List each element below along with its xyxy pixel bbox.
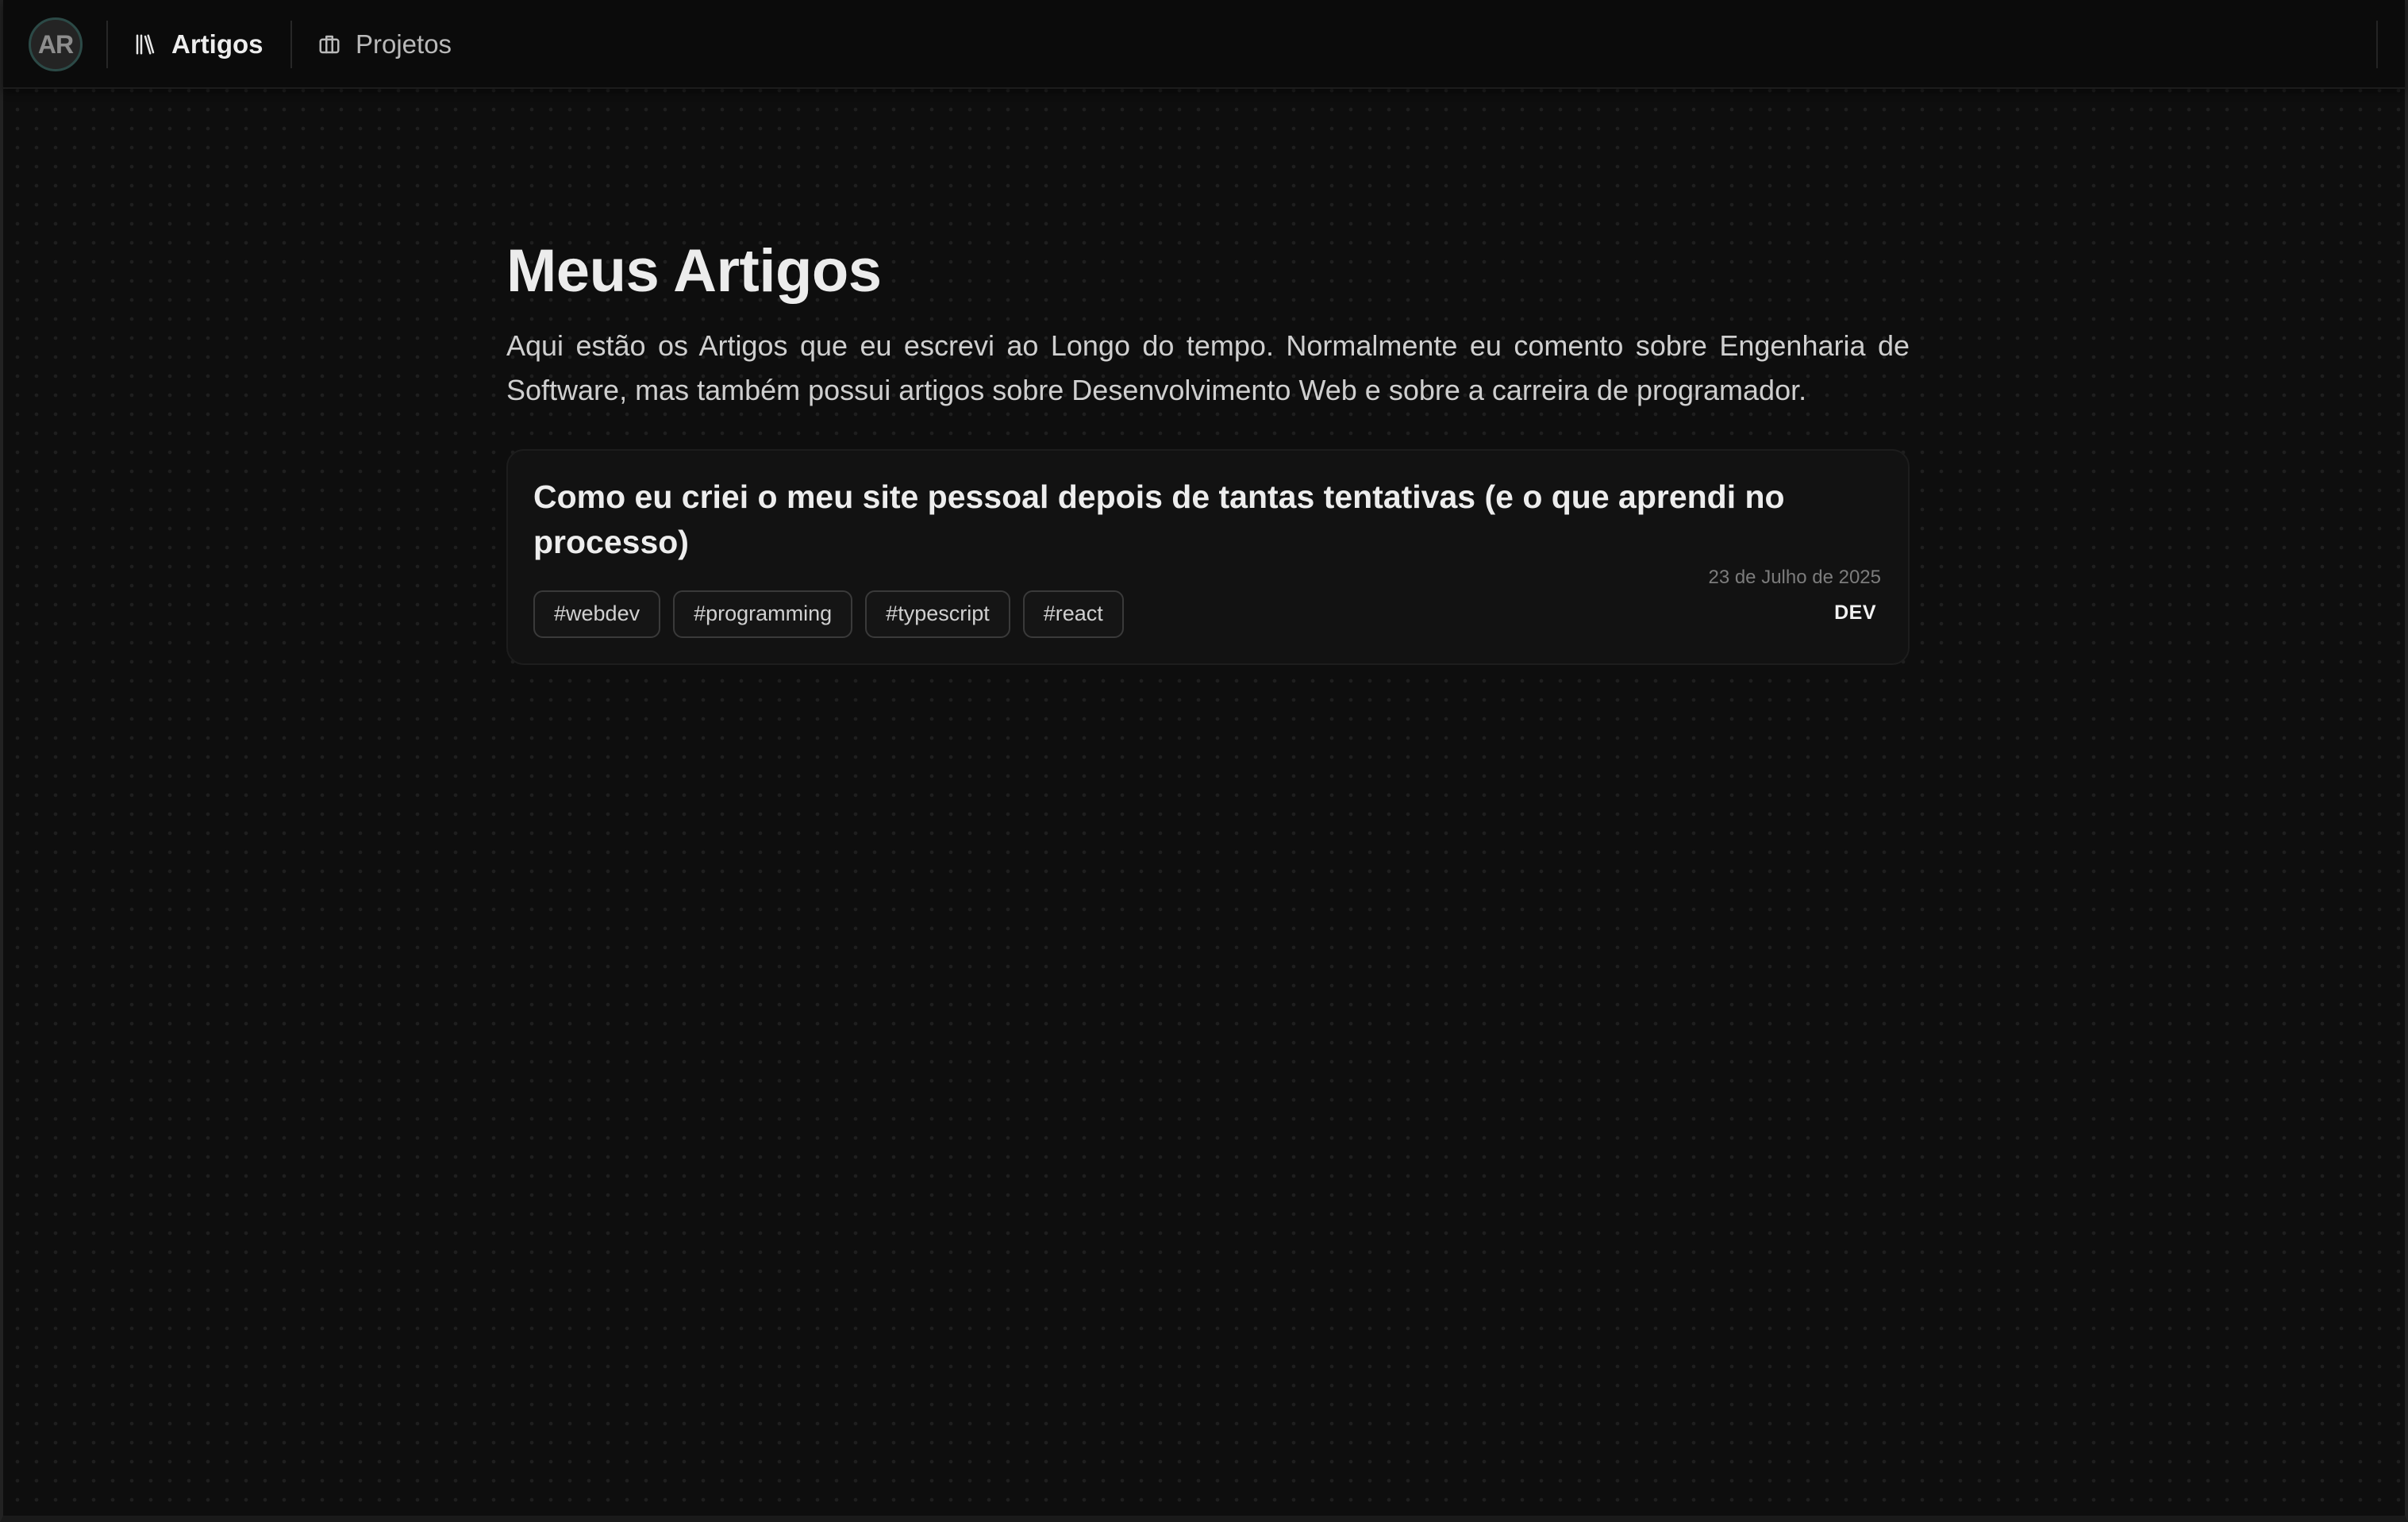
page-title: Meus Artigos bbox=[506, 237, 882, 305]
nav-divider bbox=[2376, 21, 2378, 68]
tag-webdev[interactable]: #webdev bbox=[533, 590, 661, 638]
page-description: Aqui estão os Artigos que eu escrevi ao … bbox=[506, 329, 1910, 406]
tag-list: #webdev #programming #typescript #react bbox=[533, 590, 1124, 638]
nav-item-artigos[interactable]: Artigos bbox=[133, 24, 263, 65]
article-source-badge: DEV bbox=[1834, 601, 1876, 624]
tag-react[interactable]: #react bbox=[1022, 590, 1124, 638]
article-date: 23 de Julho de 2025 bbox=[1708, 566, 1881, 588]
nav-item-projetos[interactable]: Projetos bbox=[317, 24, 452, 65]
nav-item-label: Artigos bbox=[171, 29, 263, 59]
nav-item-label: Projetos bbox=[356, 29, 452, 59]
nav-divider bbox=[290, 21, 292, 68]
top-navbar: AR Artigos Projetos bbox=[3, 0, 2405, 89]
library-icon bbox=[133, 33, 157, 56]
article-card[interactable]: Como eu criei o meu site pessoal depois … bbox=[506, 448, 1910, 665]
main-content: Meus Artigos Aqui estão os Artigos que e… bbox=[506, 238, 1910, 665]
avatar-initials: AR bbox=[37, 29, 74, 59]
avatar[interactable]: AR bbox=[29, 17, 83, 71]
tag-programming[interactable]: #programming bbox=[673, 590, 853, 638]
article-title[interactable]: Como eu criei o meu site pessoal depois … bbox=[533, 475, 1867, 565]
nav-divider bbox=[106, 21, 108, 68]
app-frame: AR Artigos Projetos Meus Artigos Aqui es… bbox=[0, 0, 2408, 1522]
tag-typescript[interactable]: #typescript bbox=[865, 590, 1010, 638]
briefcase-icon bbox=[317, 33, 341, 56]
